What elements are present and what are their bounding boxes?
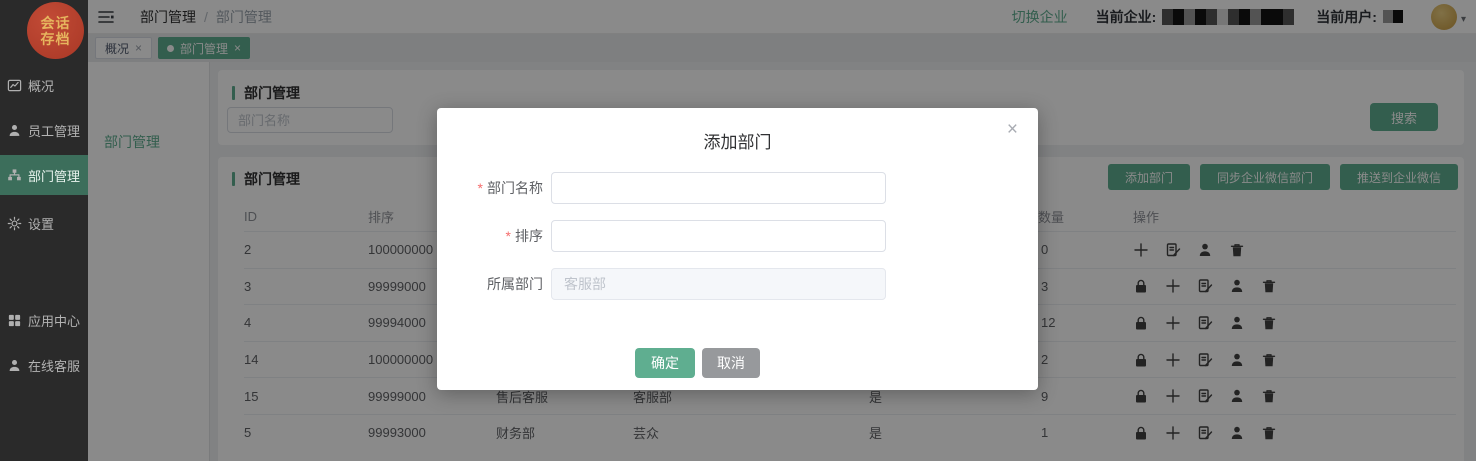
sidebar-item-label: 应用中心 xyxy=(28,311,80,330)
sidebar-item-employees[interactable]: 员工管理 xyxy=(0,110,88,150)
org-tree-icon xyxy=(7,168,22,183)
sidebar-item-overview[interactable]: 概况 xyxy=(0,65,88,105)
gear-icon xyxy=(7,216,22,231)
logo-line1: 会话 xyxy=(41,15,71,31)
dialog-buttons: 确定 取消 xyxy=(635,348,760,378)
apps-grid-icon xyxy=(7,313,22,328)
sidebar-item-label: 在线客服 xyxy=(28,356,80,375)
chart-icon xyxy=(7,78,22,93)
field-label: 所属部门 xyxy=(437,274,549,294)
person-icon xyxy=(7,123,22,138)
app-logo: 会话 存档 xyxy=(27,2,84,59)
required-asterisk: * xyxy=(506,228,511,244)
modal-department-name-input[interactable] xyxy=(551,172,886,204)
form-row-parent: 所属部门 xyxy=(437,268,886,300)
cancel-button[interactable]: 取消 xyxy=(702,348,760,378)
close-icon[interactable]: × xyxy=(1007,120,1018,139)
app-root: 会话 存档 概况 员工管理 部门管理 设置 应用中心 在线客服 xyxy=(0,0,1476,461)
sidebar-item-settings[interactable]: 设置 xyxy=(0,203,88,243)
sidebar-item-label: 员工管理 xyxy=(28,121,80,140)
dialog-title: 添加部门 xyxy=(437,128,1038,153)
field-label: *排序 xyxy=(437,226,549,246)
sidebar-item-label: 概况 xyxy=(28,76,54,95)
sidebar-item-label: 设置 xyxy=(28,214,54,233)
add-department-dialog: 添加部门 × *部门名称 *排序 所属部门 确定 取消 xyxy=(437,108,1038,390)
field-label: *部门名称 xyxy=(437,178,549,198)
sidebar-item-departments[interactable]: 部门管理 xyxy=(0,155,88,195)
logo-line2: 存档 xyxy=(41,31,71,47)
form-row-name: *部门名称 xyxy=(437,172,886,204)
form-row-sort: *排序 xyxy=(437,220,886,252)
required-asterisk: * xyxy=(478,180,483,196)
sidebar-item-online-service[interactable]: 在线客服 xyxy=(0,345,88,385)
service-person-icon xyxy=(7,358,22,373)
modal-sort-input[interactable] xyxy=(551,220,886,252)
modal-parent-department-input xyxy=(551,268,886,300)
main-sidebar: 会话 存档 概况 员工管理 部门管理 设置 应用中心 在线客服 xyxy=(0,0,88,461)
sidebar-item-app-center[interactable]: 应用中心 xyxy=(0,300,88,340)
sidebar-item-label: 部门管理 xyxy=(28,166,80,185)
confirm-button[interactable]: 确定 xyxy=(635,348,695,378)
